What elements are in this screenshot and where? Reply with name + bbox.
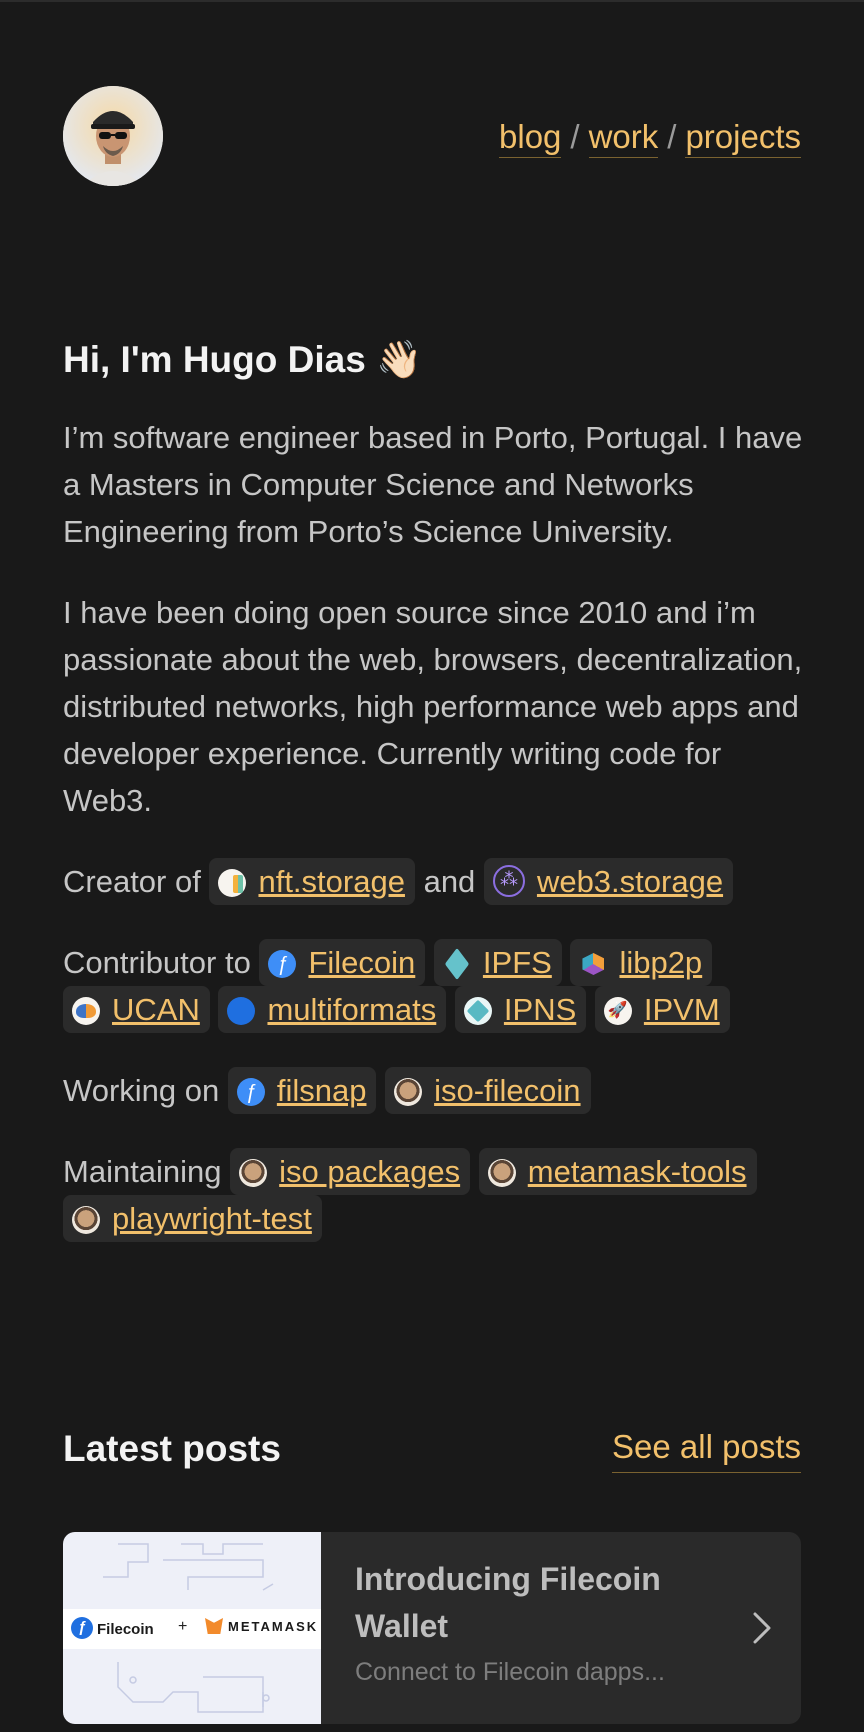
chip-ipfs[interactable]: IPFS: [433, 939, 562, 986]
metamask-fox-icon: [205, 1618, 223, 1634]
libp2p-icon: [579, 950, 607, 978]
top-nav: blog / work / projects: [499, 118, 801, 158]
post-title: Introducing Filecoin Wallet: [355, 1561, 661, 1644]
chip-iso-filecoin[interactable]: iso-filecoin: [385, 1067, 591, 1114]
chip-label: playwright-test: [112, 1201, 312, 1236]
chip-ucan[interactable]: UCAN: [63, 986, 210, 1033]
chip-playwright-test[interactable]: playwright-test: [63, 1195, 322, 1242]
chip-label: multiformats: [267, 992, 437, 1027]
maintaining-label: Maintaining: [63, 1154, 222, 1189]
chip-multiformats[interactable]: multiformats: [218, 986, 447, 1033]
ucan-icon: [72, 997, 100, 1025]
creator-row: Creator of nft.storage and web3.storage: [63, 858, 803, 905]
chip-label: iso-filecoin: [434, 1073, 581, 1108]
bio-paragraph-1: I’m software engineer based in Porto, Po…: [63, 420, 803, 549]
chevron-right-icon: [753, 1612, 771, 1644]
chip-label: libp2p: [619, 945, 703, 980]
nav-projects-link[interactable]: projects: [685, 118, 801, 158]
ipns-icon: [463, 997, 492, 1025]
thumbnail-filecoin: Filecoin: [71, 1617, 154, 1639]
chip-label: filsnap: [276, 1073, 367, 1108]
post-thumbnail: Filecoin + METAMASK: [63, 1532, 321, 1724]
chip-label: IPVM: [643, 992, 720, 1027]
chip-label: web3.storage: [536, 864, 724, 899]
chip-label: Filecoin: [308, 945, 416, 980]
bio-paragraph-2: I have been doing open source since 2010…: [63, 595, 803, 818]
avatar-icon: [487, 1159, 516, 1187]
greeting-heading: Hi, I'm Hugo Dias 👋🏻: [63, 339, 423, 380]
chip-ipvm[interactable]: IPVM: [594, 986, 730, 1033]
avatar-portrait-icon: [63, 86, 163, 186]
post-card[interactable]: Filecoin + METAMASK Introducing Filecoin…: [63, 1532, 801, 1724]
latest-posts-heading: Latest posts: [63, 1428, 281, 1469]
chip-label: iso packages: [279, 1154, 461, 1189]
avatar-icon: [394, 1078, 423, 1106]
working-row: Working on filsnap iso-filecoin: [63, 1067, 803, 1114]
ipvm-icon: [603, 997, 632, 1025]
chip-nft-storage[interactable]: nft.storage: [209, 858, 415, 905]
chip-label: IPNS: [503, 992, 577, 1027]
filecoin-icon: [268, 950, 297, 978]
thumbnail-filecoin-label: Filecoin: [97, 1621, 154, 1638]
nav-separator: /: [667, 118, 677, 155]
contributor-row: Contributor to Filecoin IPFS libp2p UCAN…: [63, 939, 803, 1033]
nft-storage-icon: [218, 869, 247, 897]
multiformats-icon: [227, 997, 256, 1025]
ipfs-icon: [443, 950, 471, 978]
chip-label: nft.storage: [258, 864, 405, 899]
page: blog / work / projects Hi, I'm Hugo Dias 👋🏻 …: [0, 0, 864, 1732]
nav-blog-link[interactable]: blog: [499, 118, 562, 158]
avatar-icon: [239, 1159, 268, 1187]
top-divider: [0, 0, 864, 2]
maintaining-row: Maintaining iso packages metamask-tools …: [63, 1148, 803, 1242]
nav-work-link[interactable]: work: [588, 118, 659, 158]
filecoin-icon: [236, 1078, 265, 1106]
filecoin-icon: [71, 1617, 93, 1639]
chip-metamask-tools[interactable]: metamask-tools: [478, 1148, 757, 1195]
contributor-label: Contributor to: [63, 945, 251, 980]
chip-filecoin[interactable]: Filecoin: [259, 939, 426, 986]
intro-section: Hi, I'm Hugo Dias 👋🏻 I’m software engine…: [63, 338, 803, 1242]
avatar-icon: [72, 1206, 100, 1234]
chip-label: IPFS: [482, 945, 552, 980]
see-all-posts-link[interactable]: See all posts: [612, 1428, 801, 1473]
chip-iso-packages[interactable]: iso packages: [230, 1148, 471, 1195]
nav-separator: /: [570, 118, 580, 155]
thumbnail-plus: +: [178, 1618, 188, 1635]
working-label: Working on: [63, 1073, 220, 1108]
creator-label: Creator of: [63, 864, 201, 899]
chip-label: UCAN: [112, 992, 200, 1027]
and-label: and: [423, 864, 476, 899]
chip-filsnap[interactable]: filsnap: [227, 1067, 377, 1114]
chip-ipns[interactable]: IPNS: [454, 986, 587, 1033]
thumbnail-metamask-label: METAMASK: [228, 1619, 319, 1634]
chip-libp2p[interactable]: libp2p: [570, 939, 713, 986]
chip-web3-storage[interactable]: web3.storage: [483, 858, 734, 905]
web3-storage-icon: [492, 865, 525, 897]
thumbnail-metamask: METAMASK: [205, 1618, 318, 1634]
chip-label: metamask-tools: [527, 1154, 747, 1189]
avatar[interactable]: [63, 86, 163, 186]
post-description: Connect to Filecoin dapps...: [355, 1658, 665, 1686]
